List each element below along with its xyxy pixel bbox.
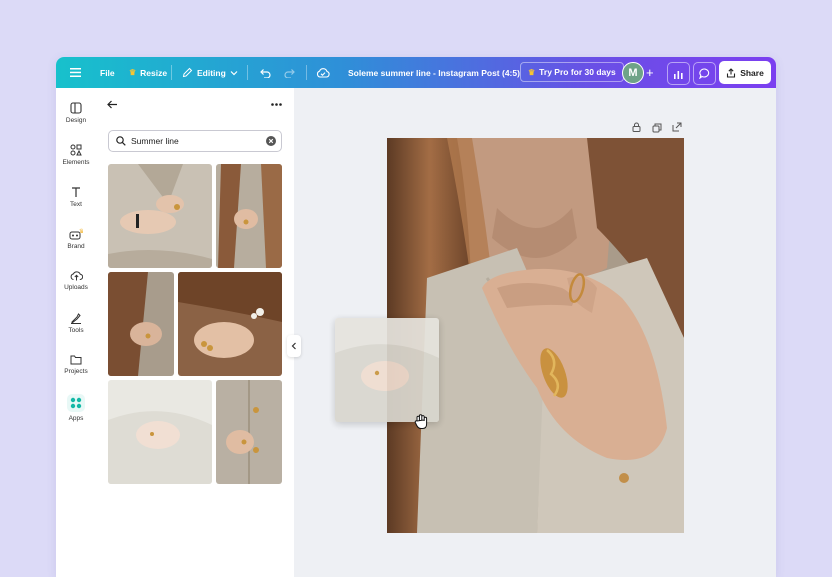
divider	[306, 65, 307, 80]
tools-icon	[71, 313, 81, 324]
image-result[interactable]	[216, 380, 282, 484]
rail-label: Uploads	[64, 284, 88, 291]
rail-label: Elements	[62, 159, 90, 166]
duplicate-icon[interactable]	[652, 123, 662, 133]
rail-item-uploads[interactable]: Uploads	[56, 270, 96, 291]
image-result[interactable]	[108, 272, 174, 376]
try-pro-label: Try Pro for 30 days	[539, 67, 616, 77]
top-toolbar: File ♛ Resize Editing Soleme summer line…	[56, 57, 776, 88]
lock-icon[interactable]	[632, 122, 641, 132]
clear-icon[interactable]	[266, 136, 276, 146]
editing-mode-dropdown[interactable]: Editing	[182, 57, 238, 88]
shapes-icon	[70, 144, 82, 156]
cloud-upload-icon	[70, 271, 83, 281]
plus-icon: +	[646, 65, 654, 80]
text-icon	[72, 187, 80, 197]
crown-icon: ♛	[528, 67, 536, 77]
file-label: File	[100, 67, 115, 78]
rail-label: Projects	[64, 368, 88, 375]
divider	[247, 65, 248, 80]
resize-label: Resize	[140, 67, 168, 78]
rail-label: Tools	[68, 327, 84, 334]
rail-label: Brand	[67, 243, 85, 250]
rail-label: Text	[70, 201, 82, 208]
rail-item-brand[interactable]: ♛ Brand	[56, 228, 96, 250]
share-icon	[727, 67, 736, 78]
more-options-icon[interactable]	[271, 103, 282, 106]
apps-icon	[67, 394, 85, 412]
bar-chart-icon	[674, 70, 683, 79]
rail-item-text[interactable]: Text	[56, 186, 96, 208]
document-title[interactable]: Soleme summer line - Instagram Post (4:5…	[348, 57, 520, 88]
rail-item-tools[interactable]: Tools	[56, 312, 96, 334]
chevron-left-icon	[291, 342, 296, 350]
cloud-check-icon	[316, 68, 330, 78]
menu-button[interactable]	[70, 57, 81, 88]
undo-button[interactable]	[259, 57, 271, 88]
grab-cursor-icon	[414, 414, 428, 429]
share-button[interactable]: Share	[719, 61, 771, 84]
image-result[interactable]	[216, 164, 282, 268]
resize-button[interactable]: ♛ Resize	[129, 57, 167, 88]
comments-button[interactable]	[693, 62, 716, 85]
search-panel: Summer line	[96, 88, 295, 577]
divider	[171, 65, 172, 80]
undo-icon	[260, 68, 271, 78]
rail-label: Apps	[68, 415, 84, 422]
side-rail: Design Elements Text ♛ Brand Uploads Too…	[56, 88, 96, 577]
rail-item-projects[interactable]: Projects	[56, 354, 96, 375]
folder-icon	[70, 355, 82, 365]
file-menu-button[interactable]: File	[100, 57, 115, 88]
save-status-button[interactable]	[316, 57, 330, 88]
svg-text:♛: ♛	[79, 228, 83, 235]
rail-label: Design	[65, 117, 87, 124]
layout-icon	[70, 102, 82, 114]
chevron-down-icon	[230, 70, 238, 75]
search-input[interactable]: Summer line	[108, 130, 282, 152]
share-label: Share	[740, 67, 764, 78]
crown-icon: ♛	[129, 68, 137, 77]
comment-icon	[699, 68, 710, 79]
try-pro-button[interactable]: ♛ Try Pro for 30 days	[520, 60, 624, 84]
hamburger-icon	[70, 68, 81, 77]
avatar[interactable]: M	[622, 62, 644, 84]
document-title-text: Soleme summer line - Instagram Post (4:5…	[348, 67, 520, 78]
collapse-panel-button[interactable]	[287, 335, 301, 357]
rail-item-apps[interactable]: Apps	[56, 394, 96, 422]
image-result[interactable]	[178, 272, 282, 376]
insights-button[interactable]	[667, 62, 690, 85]
add-page-icon[interactable]	[672, 122, 682, 132]
search-icon	[116, 136, 126, 146]
rail-item-design[interactable]: Design	[56, 102, 96, 124]
dragging-image[interactable]	[335, 318, 439, 422]
pencil-icon	[182, 67, 193, 78]
add-collaborator-button[interactable]: +	[646, 57, 654, 88]
redo-icon	[284, 68, 295, 78]
brand-icon: ♛	[69, 228, 83, 240]
avatar-initial: M	[628, 67, 638, 79]
image-result[interactable]	[108, 164, 212, 268]
search-value: Summer line	[131, 136, 179, 146]
image-result[interactable]	[108, 380, 212, 484]
redo-button[interactable]	[284, 57, 296, 88]
back-arrow-icon[interactable]	[107, 100, 118, 109]
rail-item-elements[interactable]: Elements	[56, 144, 96, 166]
editing-label: Editing	[197, 67, 226, 78]
